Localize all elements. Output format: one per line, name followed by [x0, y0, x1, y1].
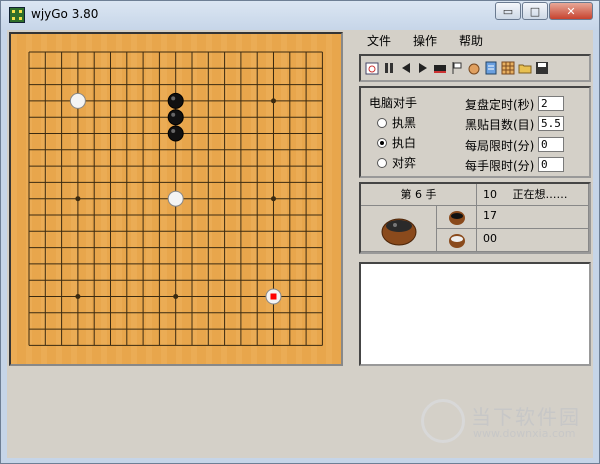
black-bowl-cell	[437, 206, 477, 229]
bowl-cell	[361, 206, 437, 252]
menu-bar: 文件 操作 帮助	[365, 32, 595, 50]
minimize-button[interactable]: ▭	[495, 2, 521, 20]
komi-label: 黑贴目数(目)	[465, 118, 535, 132]
document-icon[interactable]	[483, 60, 499, 76]
black-stone	[167, 92, 184, 109]
move-counter: 10	[483, 188, 497, 201]
per-move-limit-input[interactable]: 0	[538, 157, 564, 172]
pause-icon[interactable]	[381, 60, 397, 76]
star-point	[271, 196, 276, 202]
star-point	[75, 294, 81, 299]
close-button[interactable]: ✕	[549, 2, 593, 20]
black-stone-highlight	[171, 129, 176, 133]
menu-operation[interactable]: 操作	[413, 32, 437, 50]
star-point	[271, 98, 276, 104]
white-stone	[167, 190, 184, 207]
black-bar-icon[interactable]	[432, 60, 448, 76]
menu-help[interactable]: 帮助	[459, 32, 483, 50]
grid-icon[interactable]	[500, 60, 516, 76]
message-log[interactable]	[359, 262, 591, 366]
black-stone	[167, 125, 184, 142]
black-stone-highlight	[171, 96, 176, 101]
black-time: 17	[477, 206, 589, 229]
flag-icon[interactable]	[449, 60, 465, 76]
watermark-url: www.downxia.com	[473, 427, 576, 440]
thinking-status: 10 正在想……	[477, 184, 589, 206]
stone-bowl-icon	[381, 218, 417, 246]
radio-play-white[interactable]: 执白	[377, 134, 416, 151]
window-controls: ▭ □ ✕	[494, 2, 593, 20]
thinking-text: 正在想……	[512, 188, 568, 201]
move-number: 第 6 手	[361, 184, 477, 206]
white-stone-bowl-icon	[449, 234, 465, 248]
window-title: wjyGo 3.80	[31, 7, 99, 21]
app-window: wjyGo 3.80 ▭ □ ✕ 文件 操作 帮助 电脑对手 执黑 执白 对弈 …	[0, 0, 600, 464]
settings-panel: 电脑对手 执黑 执白 对弈 复盘定时(秒) 2 黑贴目数(目) 5.5 每局限时…	[359, 86, 591, 178]
star-point	[75, 196, 81, 202]
hand-icon[interactable]	[466, 60, 482, 76]
save-icon[interactable]	[534, 60, 550, 76]
white-stone	[69, 92, 86, 109]
black-stone-highlight	[171, 112, 176, 117]
replay-timer-input[interactable]: 2	[538, 96, 564, 111]
client-area: 文件 操作 帮助 电脑对手 执黑 执白 对弈 复盘定时(秒) 2 黑贴目数(目)…	[7, 30, 593, 458]
per-move-limit-label: 每手限时(分)	[465, 159, 535, 173]
app-logo-icon	[9, 7, 25, 23]
radio-play-white-indicator[interactable]	[377, 137, 387, 148]
radio-two-player-label: 对弈	[392, 156, 417, 170]
per-game-limit-input[interactable]: 0	[538, 137, 564, 152]
last-move-marker	[270, 293, 277, 300]
radio-play-black-label: 执黑	[392, 116, 417, 130]
white-time: 00	[477, 229, 589, 252]
new-game-icon[interactable]	[364, 60, 380, 76]
menu-file[interactable]: 文件	[367, 32, 391, 50]
game-status-panel: 第 6 手 10 正在想…… 17 00	[359, 182, 591, 254]
radio-play-black[interactable]: 执黑	[377, 114, 416, 131]
wood-grain	[11, 34, 17, 364]
go-board-canvas[interactable]	[11, 34, 341, 364]
open-folder-icon[interactable]	[517, 60, 533, 76]
computer-opponent-label: 电脑对手	[369, 96, 418, 110]
go-board[interactable]	[9, 32, 343, 366]
per-game-limit-label: 每局限时(分)	[465, 139, 535, 153]
radio-two-player[interactable]: 对弈	[377, 154, 416, 171]
star-point	[173, 294, 179, 299]
radio-two-player-indicator[interactable]	[377, 157, 387, 168]
forward-icon[interactable]	[415, 60, 431, 76]
wood-grain	[326, 34, 332, 364]
komi-input[interactable]: 5.5	[538, 116, 564, 131]
watermark-logo-icon	[421, 399, 465, 443]
replay-timer-label: 复盘定时(秒)	[465, 98, 535, 112]
radio-play-white-label: 执白	[392, 136, 417, 150]
back-icon[interactable]	[398, 60, 414, 76]
radio-play-black-indicator[interactable]	[377, 117, 387, 128]
toolbar	[359, 54, 591, 82]
white-bowl-cell	[437, 229, 477, 252]
black-stone	[167, 109, 184, 126]
black-stone-bowl-icon	[449, 211, 465, 225]
maximize-button[interactable]: □	[522, 2, 548, 20]
title-bar: wjyGo 3.80 ▭ □ ✕	[1, 1, 599, 29]
watermark-title: 当下软件园	[471, 405, 581, 429]
